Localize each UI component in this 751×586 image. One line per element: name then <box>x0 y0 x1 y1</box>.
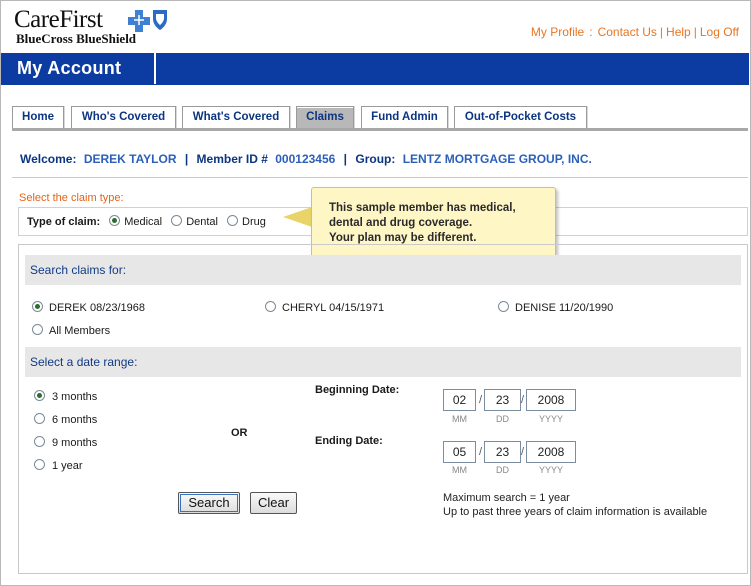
member-id-label: Member ID # <box>196 152 268 166</box>
claim-type-drug[interactable]: Drug <box>227 215 266 228</box>
date-separator: / <box>521 394 525 406</box>
end-day-input[interactable]: 23 <box>484 441 521 463</box>
day-hint: DD <box>496 414 509 424</box>
contact-us-link[interactable]: Contact Us <box>598 25 657 39</box>
date-separator: / <box>479 446 483 458</box>
clear-button[interactable]: Clear <box>250 492 297 514</box>
my-profile-link[interactable]: My Profile <box>531 25 584 39</box>
tooltip-pointer <box>283 207 312 227</box>
range-9-months[interactable]: 9 months <box>34 436 97 449</box>
member-option-derek[interactable]: DEREK 08/23/1968 <box>32 301 145 314</box>
banner-divider <box>1 84 749 85</box>
ending-date-label: Ending Date: <box>315 435 383 447</box>
radio-icon[interactable] <box>32 324 43 335</box>
search-button[interactable]: Search <box>178 492 240 514</box>
member-option-all[interactable]: All Members <box>32 324 110 337</box>
group-label: Group: <box>355 152 396 166</box>
member-option-cheryl[interactable]: CHERYL 04/15/1971 <box>265 301 384 314</box>
tab-claims[interactable]: Claims <box>296 106 354 129</box>
or-label: OR <box>231 427 248 439</box>
date-separator: / <box>479 394 483 406</box>
radio-checked-icon[interactable] <box>109 215 121 226</box>
radio-checked-icon[interactable] <box>34 390 45 401</box>
begin-month-input[interactable]: 02 <box>443 389 476 411</box>
search-notes: Maximum search = 1 year Up to past three… <box>443 491 707 519</box>
year-hint: YYYY <box>538 414 563 424</box>
member-name: DEREK TAYLOR <box>83 152 177 166</box>
separator: : <box>589 25 593 39</box>
note-line: Maximum search = 1 year <box>443 492 570 504</box>
carefirst-logo[interactable]: CareFirst BlueCross BlueShield <box>14 6 174 46</box>
logo-subtitle: BlueCross BlueShield <box>16 31 137 46</box>
beginning-date-label: Beginning Date: <box>315 384 400 396</box>
range-6-months[interactable]: 6 months <box>34 413 97 426</box>
note-line: Up to past three years of claim informat… <box>443 506 708 518</box>
search-claims-heading: Search claims for: <box>25 255 741 285</box>
range-1-year[interactable]: 1 year <box>34 459 83 472</box>
top-nav: My Profile: Contact Us | Help | Log Off <box>531 25 739 39</box>
welcome-label: Welcome: <box>20 152 77 166</box>
end-month-input[interactable]: 05 <box>443 441 476 463</box>
radio-icon[interactable] <box>265 301 276 312</box>
divider <box>12 177 748 178</box>
date-separator: / <box>521 446 525 458</box>
tab-underline <box>12 128 748 131</box>
radio-icon[interactable] <box>171 215 183 226</box>
claim-type-row: Type of claim: Medical Dental Drug <box>27 215 272 228</box>
help-link[interactable]: Help <box>666 25 691 39</box>
radio-icon[interactable] <box>34 413 45 424</box>
begin-year-input[interactable]: 2008 <box>526 389 576 411</box>
group-name: LENTZ MORTGAGE GROUP, INC. <box>402 152 592 166</box>
end-year-input[interactable]: 2008 <box>526 441 576 463</box>
tab-whos-covered[interactable]: Who's Covered <box>71 106 176 129</box>
month-hint: MM <box>452 465 467 475</box>
claim-type-dental[interactable]: Dental <box>171 215 218 228</box>
tab-whats-covered[interactable]: What's Covered <box>182 106 290 129</box>
tab-home[interactable]: Home <box>12 106 64 129</box>
radio-icon[interactable] <box>34 459 45 470</box>
month-hint: MM <box>452 414 467 424</box>
claim-type-medical[interactable]: Medical <box>109 215 162 228</box>
year-hint: YYYY <box>538 465 563 475</box>
tab-out-of-pocket-costs[interactable]: Out-of-Pocket Costs <box>454 106 587 129</box>
logo-wordmark: CareFirst <box>14 6 103 33</box>
log-off-link[interactable]: Log Off <box>700 25 739 39</box>
member-id: 000123456 <box>275 152 336 166</box>
page-title: My Account <box>1 53 156 84</box>
date-range-heading: Select a date range: <box>25 347 741 377</box>
day-hint: DD <box>496 465 509 475</box>
radio-icon[interactable] <box>227 215 239 226</box>
welcome-line: Welcome: DEREK TAYLOR | Member ID # 0001… <box>20 152 592 166</box>
claims-search-panel: Search claims for: DEREK 08/23/1968 CHER… <box>18 244 748 574</box>
radio-icon[interactable] <box>498 301 509 312</box>
radio-checked-icon[interactable] <box>32 301 43 312</box>
tooltip-line: dental and drug coverage. <box>329 217 473 229</box>
begin-day-input[interactable]: 23 <box>484 389 521 411</box>
separator: | <box>693 25 697 39</box>
claim-type-heading: Select the claim type: <box>19 192 124 204</box>
claim-type-label: Type of claim: <box>27 216 101 228</box>
tooltip-line: This sample member has medical, <box>329 202 516 214</box>
member-option-denise[interactable]: DENISE 11/20/1990 <box>498 301 613 314</box>
range-3-months[interactable]: 3 months <box>34 390 97 403</box>
account-banner: My Account <box>1 53 749 84</box>
radio-icon[interactable] <box>34 436 45 447</box>
tab-fund-admin[interactable]: Fund Admin <box>361 106 448 129</box>
separator: | <box>659 25 664 39</box>
cross-shield-icon <box>128 10 167 32</box>
